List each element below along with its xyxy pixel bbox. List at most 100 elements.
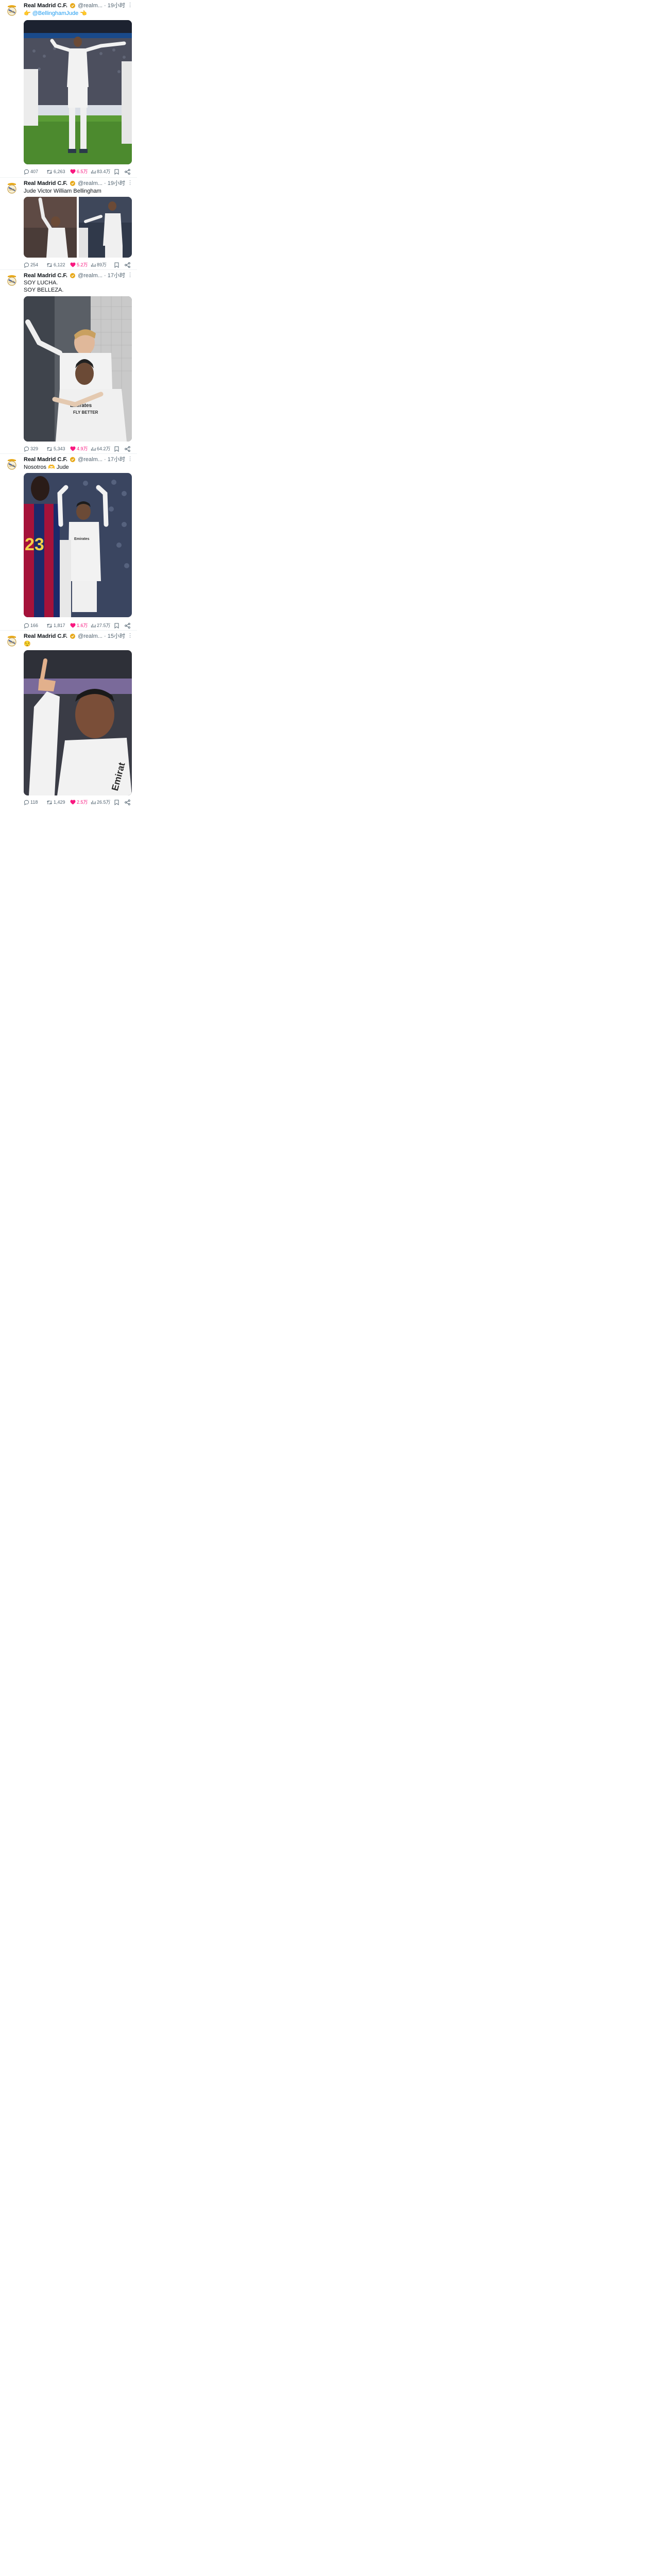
real-madrid-crest-avatar[interactable]: RM	[6, 274, 18, 286]
tweet-header: Real Madrid C.F. @realm... · 15小时	[24, 632, 133, 640]
retweet-button[interactable]: 1,817	[46, 622, 65, 629]
share-button[interactable]	[125, 445, 130, 452]
tweet-photo-right	[79, 197, 132, 258]
bookmark-button[interactable]	[114, 445, 119, 452]
tweet-time[interactable]: 19小时	[108, 3, 125, 9]
views-chart-icon	[91, 801, 96, 804]
tweet-actions: 166 1,817 1.6万 27.5万	[24, 622, 133, 629]
retweet-button[interactable]: 6,263	[46, 168, 65, 175]
view-count: 83.4万	[97, 169, 111, 174]
real-madrid-crest-avatar[interactable]: RM	[6, 182, 18, 194]
views-button[interactable]: 89万	[91, 261, 107, 268]
share-button[interactable]	[125, 168, 130, 175]
bookmark-icon	[114, 446, 119, 452]
share-button[interactable]	[125, 622, 130, 629]
bookmark-button[interactable]	[114, 261, 119, 268]
reply-button[interactable]: 166	[24, 622, 38, 629]
account-handle[interactable]: @realm...	[78, 180, 103, 187]
bookmark-icon	[114, 169, 119, 175]
reply-button[interactable]: 254	[24, 261, 38, 268]
verified-badge-icon	[70, 273, 76, 278]
views-button[interactable]: 83.4万	[91, 168, 111, 175]
retweet-button[interactable]: 6,122	[46, 261, 65, 268]
account-name[interactable]: Real Madrid C.F.	[24, 456, 67, 463]
account-name[interactable]: Real Madrid C.F.	[24, 633, 67, 639]
tweet-time[interactable]: 17小时	[108, 456, 125, 463]
tweet-time[interactable]: 17小时	[108, 273, 125, 279]
tweet-5[interactable]: RM Real Madrid C.F. @realm... · 15小时 ⋮ 😌	[0, 631, 137, 808]
svg-text:RM: RM	[9, 281, 14, 284]
view-count: 89万	[97, 262, 107, 267]
views-button[interactable]: 64.2万	[91, 445, 111, 452]
account-name[interactable]: Real Madrid C.F.	[24, 180, 67, 187]
like-button[interactable]: 4.9万	[70, 445, 88, 452]
reply-button[interactable]: 118	[24, 799, 38, 806]
tweet-4[interactable]: RM Real Madrid C.F. @realm... · 17小时 ⋮ N…	[0, 454, 137, 630]
tweet-header: Real Madrid C.F. @realm... · 19小时	[24, 179, 133, 188]
verified-badge-icon	[70, 634, 76, 639]
bookmark-button[interactable]	[114, 622, 119, 629]
reply-button[interactable]: 329	[24, 445, 38, 452]
heart-filled-icon	[70, 623, 76, 628]
more-dots-icon[interactable]: ⋮	[127, 272, 133, 279]
tweet-photo[interactable]	[24, 20, 132, 164]
dot-separator: ·	[104, 273, 108, 279]
tweet-actions: 407 6,263 6.5万 83.4万	[24, 168, 133, 175]
retweet-count: 6,122	[54, 262, 65, 267]
share-icon	[125, 622, 130, 629]
verified-badge-icon	[70, 181, 76, 186]
share-button[interactable]	[125, 799, 130, 806]
bookmark-button[interactable]	[114, 799, 119, 806]
tweet-photo[interactable]: 23 Emirates	[24, 473, 132, 617]
more-dots-icon[interactable]: ⋮	[127, 179, 133, 187]
real-madrid-crest-avatar[interactable]: RM	[6, 458, 18, 470]
like-button[interactable]: 1.6万	[70, 622, 88, 629]
more-dots-icon[interactable]: ⋮	[127, 455, 133, 463]
tweet-text: Jude Victor William Bellingham	[24, 188, 132, 195]
account-name[interactable]: Real Madrid C.F.	[24, 273, 67, 279]
views-button[interactable]: 26.5万	[91, 799, 111, 806]
views-chart-icon	[91, 263, 96, 267]
retweet-button[interactable]: 1,429	[46, 799, 65, 806]
retweet-button[interactable]: 5,343	[46, 445, 65, 452]
like-count: 5.2万	[77, 262, 88, 267]
retweet-count: 6,263	[54, 169, 65, 174]
tweet-1[interactable]: RM Real Madrid C.F. @realm... · 19小时 ⋮ 👉…	[0, 0, 137, 177]
account-name[interactable]: Real Madrid C.F.	[24, 3, 67, 9]
reply-icon	[24, 800, 29, 805]
like-button[interactable]: 6.5万	[70, 168, 88, 175]
account-handle[interactable]: @realm...	[78, 273, 103, 279]
reply-button[interactable]: 407	[24, 168, 38, 175]
bookmark-button[interactable]	[114, 168, 119, 175]
svg-text:FLY BETTER: FLY BETTER	[73, 410, 98, 415]
tweet-2[interactable]: RM Real Madrid C.F. @realm... · 19小时 ⋮ J…	[0, 178, 137, 269]
tweet-photo-grid	[24, 197, 132, 258]
real-madrid-crest-avatar[interactable]: RM	[6, 4, 18, 16]
tweet-time[interactable]: 19小时	[108, 180, 125, 187]
share-icon	[125, 262, 130, 268]
account-handle[interactable]: @realm...	[78, 456, 103, 463]
views-button[interactable]: 27.5万	[91, 622, 111, 629]
more-dots-icon[interactable]: ⋮	[127, 632, 133, 639]
tweet-actions: 118 1,429 2.5万 26.5万	[24, 799, 133, 806]
svg-text:RM: RM	[9, 465, 14, 468]
tweet-time[interactable]: 15小时	[108, 633, 125, 639]
tweet-3[interactable]: RM Real Madrid C.F. @realm... · 17小时 ⋮ S…	[0, 270, 137, 453]
tweet-photo[interactable]: Emirates FLY BETTER	[24, 296, 132, 442]
tweet-line: SOY BELLEZA.	[24, 287, 64, 293]
tweet-photo[interactable]: Emirat	[24, 650, 132, 795]
account-handle[interactable]: @realm...	[78, 633, 103, 639]
share-button[interactable]	[125, 261, 130, 268]
account-handle[interactable]: @realm...	[78, 3, 103, 9]
reply-icon	[24, 169, 29, 175]
reply-icon	[24, 262, 29, 268]
mention-link[interactable]: @BellinghamJude	[32, 10, 78, 16]
point-right-emoji: 👉	[24, 10, 32, 16]
reply-count: 118	[30, 800, 38, 805]
heart-filled-icon	[70, 169, 76, 174]
real-madrid-crest-avatar[interactable]: RM	[6, 635, 18, 647]
like-button[interactable]: 5.2万	[70, 261, 88, 268]
retweet-icon	[47, 447, 52, 451]
like-button[interactable]: 2.5万	[70, 799, 88, 806]
more-dots-icon[interactable]: ⋮	[127, 2, 133, 9]
